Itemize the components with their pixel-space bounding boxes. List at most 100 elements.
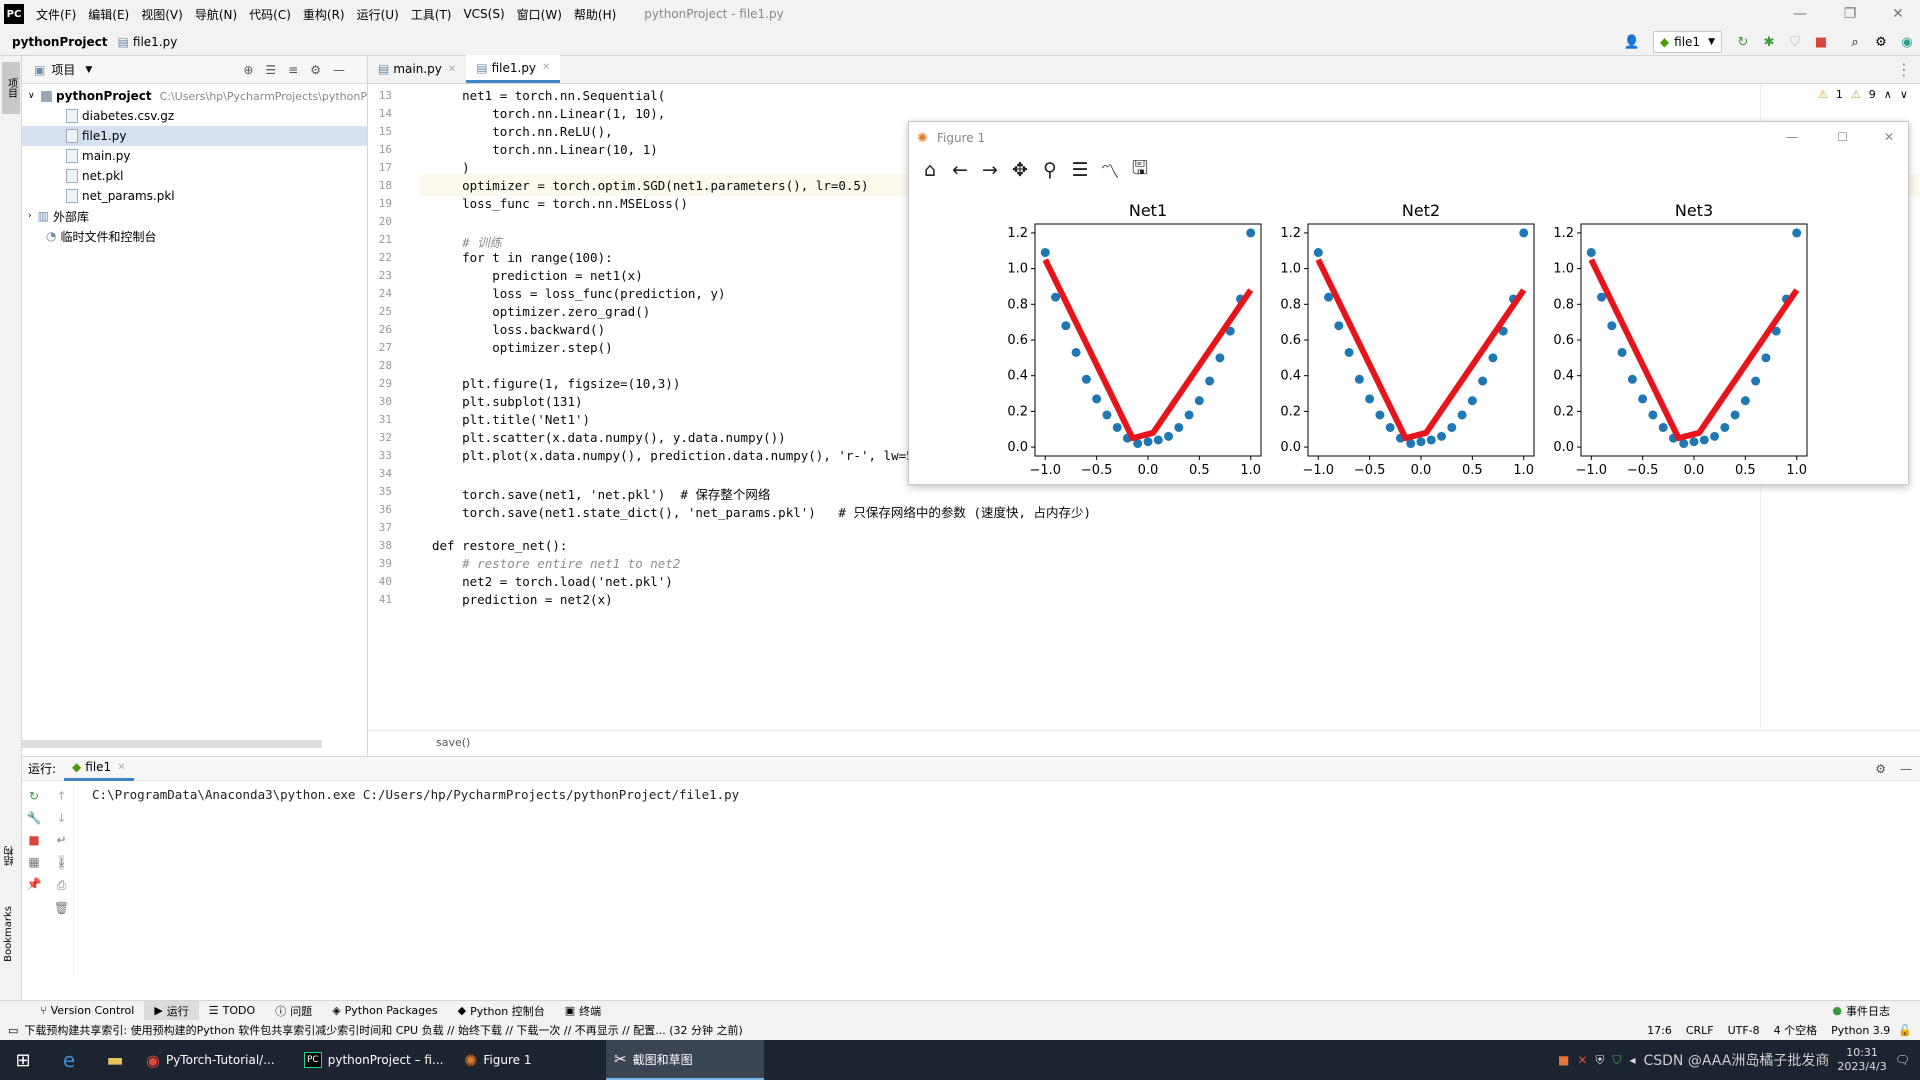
- more-icon[interactable]: ⋮: [1896, 60, 1912, 79]
- project-tool-button[interactable]: 项目: [2, 62, 20, 114]
- editor-breadcrumb[interactable]: save(): [368, 730, 1920, 754]
- tray-app-icon[interactable]: ✕: [1577, 1053, 1587, 1067]
- breadcrumb-file[interactable]: file1.py: [133, 35, 177, 49]
- menu-file[interactable]: 文件(F): [30, 6, 82, 23]
- chevron-down-icon[interactable]: ∨: [1900, 88, 1908, 101]
- tab-version-control[interactable]: ⑂ Version Control: [30, 1001, 144, 1021]
- caret-position[interactable]: 17:6: [1647, 1024, 1672, 1037]
- menu-view[interactable]: 视图(V): [135, 6, 189, 23]
- edit-axis-icon[interactable]: 〽: [1095, 156, 1125, 184]
- tray-app-icon[interactable]: ■: [1558, 1053, 1569, 1067]
- figure-window[interactable]: ✺ Figure 1 — ☐ ✕ ⌂ ← → ✥ ⚲ ☰ 〽 🖫 Net1 −1.…: [908, 121, 1909, 485]
- horizontal-scrollbar[interactable]: [22, 740, 322, 748]
- run-tab-file1[interactable]: ◆ file1 ✕: [64, 757, 134, 781]
- close-tab-icon[interactable]: ✕: [542, 62, 550, 73]
- settings-icon[interactable]: ⚙: [1870, 31, 1892, 53]
- taskbar-figure[interactable]: ✺ Figure 1: [456, 1040, 606, 1080]
- run-config-select[interactable]: ◆ file1 ▼: [1652, 31, 1722, 53]
- tab-main-py[interactable]: ▤ main.py ✕: [368, 55, 466, 83]
- scroll-to-end-icon[interactable]: ⤓: [58, 855, 65, 870]
- taskbar-snipping[interactable]: ✂ 截图和草图: [606, 1040, 764, 1080]
- pan-icon[interactable]: ✥: [1005, 156, 1035, 184]
- python-interpreter[interactable]: Python 3.9: [1831, 1024, 1890, 1037]
- close-icon[interactable]: ✕: [1884, 130, 1894, 144]
- menu-tools[interactable]: 工具(T): [405, 6, 458, 23]
- stop-icon[interactable]: ■: [1810, 31, 1832, 53]
- tab-event-log[interactable]: ● 事件日志: [1822, 1001, 1900, 1021]
- tree-file-net-pkl[interactable]: net.pkl: [22, 166, 367, 186]
- close-tab-icon[interactable]: ✕: [117, 762, 125, 773]
- debug-icon[interactable]: ✱: [1758, 31, 1780, 53]
- print-icon[interactable]: ⎙: [57, 878, 67, 893]
- menu-code[interactable]: 代码(C): [243, 6, 297, 23]
- gear-icon[interactable]: ⚙: [310, 63, 333, 77]
- chevron-up-icon[interactable]: ∧: [1884, 88, 1892, 101]
- bookmarks-tool-button[interactable]: Bookmarks: [3, 906, 14, 962]
- menu-edit[interactable]: 编辑(E): [82, 6, 135, 23]
- arrow-up-icon[interactable]: ↑: [56, 789, 66, 803]
- minimize-icon[interactable]: —: [1780, 4, 1820, 24]
- close-icon[interactable]: ✕: [1878, 4, 1918, 24]
- forward-arrow-icon[interactable]: →: [975, 156, 1005, 184]
- taskbar-pycharm[interactable]: PC pythonProject – fi...: [296, 1040, 456, 1080]
- close-tab-icon[interactable]: ✕: [448, 64, 456, 75]
- status-message[interactable]: 下载预构建共享索引: 使用预构建的Python 软件包共享索引减少索引时间和 C…: [24, 1022, 1224, 1038]
- file-encoding[interactable]: UTF-8: [1728, 1024, 1760, 1037]
- edge-browser-icon[interactable]: e: [46, 1040, 92, 1080]
- tray-shield-icon[interactable]: ⛨: [1595, 1053, 1604, 1068]
- layout-icon[interactable]: ▦: [28, 855, 39, 869]
- clock[interactable]: 10:31 2023/4/3: [1837, 1046, 1886, 1074]
- trash-icon[interactable]: 🗑: [54, 901, 69, 915]
- chevron-right-icon[interactable]: ›: [28, 211, 32, 221]
- windows-start-icon[interactable]: ⊞: [0, 1040, 46, 1080]
- minimize-icon[interactable]: —: [1786, 130, 1798, 144]
- tree-file-file1[interactable]: file1.py: [22, 126, 367, 146]
- hide-icon[interactable]: —: [1900, 762, 1912, 776]
- tab-problems[interactable]: ⓘ 问题: [265, 1001, 322, 1021]
- tree-file-diabetes[interactable]: diabetes.csv.gz: [22, 106, 367, 126]
- notification-icon[interactable]: 🗨: [1895, 1053, 1910, 1067]
- stop-icon[interactable]: ■: [28, 833, 39, 847]
- menu-refactor[interactable]: 重构(R): [297, 6, 351, 23]
- expand-all-icon[interactable]: ☰: [265, 63, 288, 77]
- menu-help[interactable]: 帮助(H): [568, 6, 622, 23]
- menu-window[interactable]: 窗口(W): [511, 6, 568, 23]
- file-explorer-icon[interactable]: ▬: [92, 1040, 138, 1080]
- lock-icon[interactable]: 🔓: [1898, 1024, 1912, 1037]
- menu-navigate[interactable]: 导航(N): [189, 6, 243, 23]
- taskbar-chrome[interactable]: ◉ PyTorch-Tutorial/...: [138, 1040, 296, 1080]
- chevron-down-icon[interactable]: ▼: [85, 65, 92, 75]
- menu-run[interactable]: 运行(U): [351, 6, 405, 23]
- tab-todo[interactable]: ☰ TODO: [199, 1001, 265, 1021]
- figure-titlebar[interactable]: ✺ Figure 1 — ☐ ✕: [909, 122, 1908, 154]
- tab-terminal[interactable]: ▣ 终端: [555, 1001, 611, 1021]
- breadcrumb-function[interactable]: save(): [436, 736, 470, 749]
- tab-run[interactable]: ▶ 运行: [144, 1000, 199, 1021]
- tree-file-main[interactable]: main.py: [22, 146, 367, 166]
- search-icon[interactable]: ⌕: [1844, 31, 1866, 53]
- inspection-widget[interactable]: ⚠ 1 ⚠ 9 ∧ ∨: [1818, 88, 1908, 101]
- coverage-icon[interactable]: ⛉: [1784, 31, 1806, 53]
- project-panel-title[interactable]: 项目: [51, 61, 75, 78]
- collapse-all-icon[interactable]: ≡: [288, 63, 310, 77]
- volume-icon[interactable]: ◂: [1629, 1053, 1635, 1067]
- chevron-down-icon[interactable]: ∨: [28, 91, 35, 101]
- save-icon[interactable]: 🖫: [1125, 156, 1155, 184]
- arrow-down-icon[interactable]: ↓: [56, 811, 66, 825]
- line-separator[interactable]: CRLF: [1686, 1024, 1714, 1037]
- home-icon[interactable]: ⌂: [915, 156, 945, 184]
- menu-vcs[interactable]: VCS(S): [457, 7, 510, 21]
- jetbrains-toolbox-icon[interactable]: ◉: [1896, 31, 1918, 53]
- breadcrumb-project[interactable]: pythonProject: [12, 35, 108, 49]
- wrench-icon[interactable]: 🔧: [27, 811, 42, 825]
- tree-scratches[interactable]: ◔ 临时文件和控制台: [22, 226, 367, 246]
- tab-python-packages[interactable]: ◈ Python Packages: [322, 1001, 447, 1021]
- indent-setting[interactable]: 4 个空格: [1774, 1022, 1818, 1038]
- restore-icon[interactable]: ❐: [1830, 4, 1870, 24]
- tree-root[interactable]: ∨ pythonProject C:\Users\hp\PycharmProje…: [22, 86, 367, 106]
- console-output[interactable]: C:\ProgramData\Anaconda3\python.exe C:/U…: [92, 787, 739, 802]
- tab-file1-py[interactable]: ▤ file1.py ✕: [466, 55, 561, 83]
- zoom-icon[interactable]: ⚲: [1035, 156, 1065, 184]
- gear-icon[interactable]: ⚙: [1875, 762, 1886, 776]
- soft-wrap-icon[interactable]: ↵: [56, 833, 66, 847]
